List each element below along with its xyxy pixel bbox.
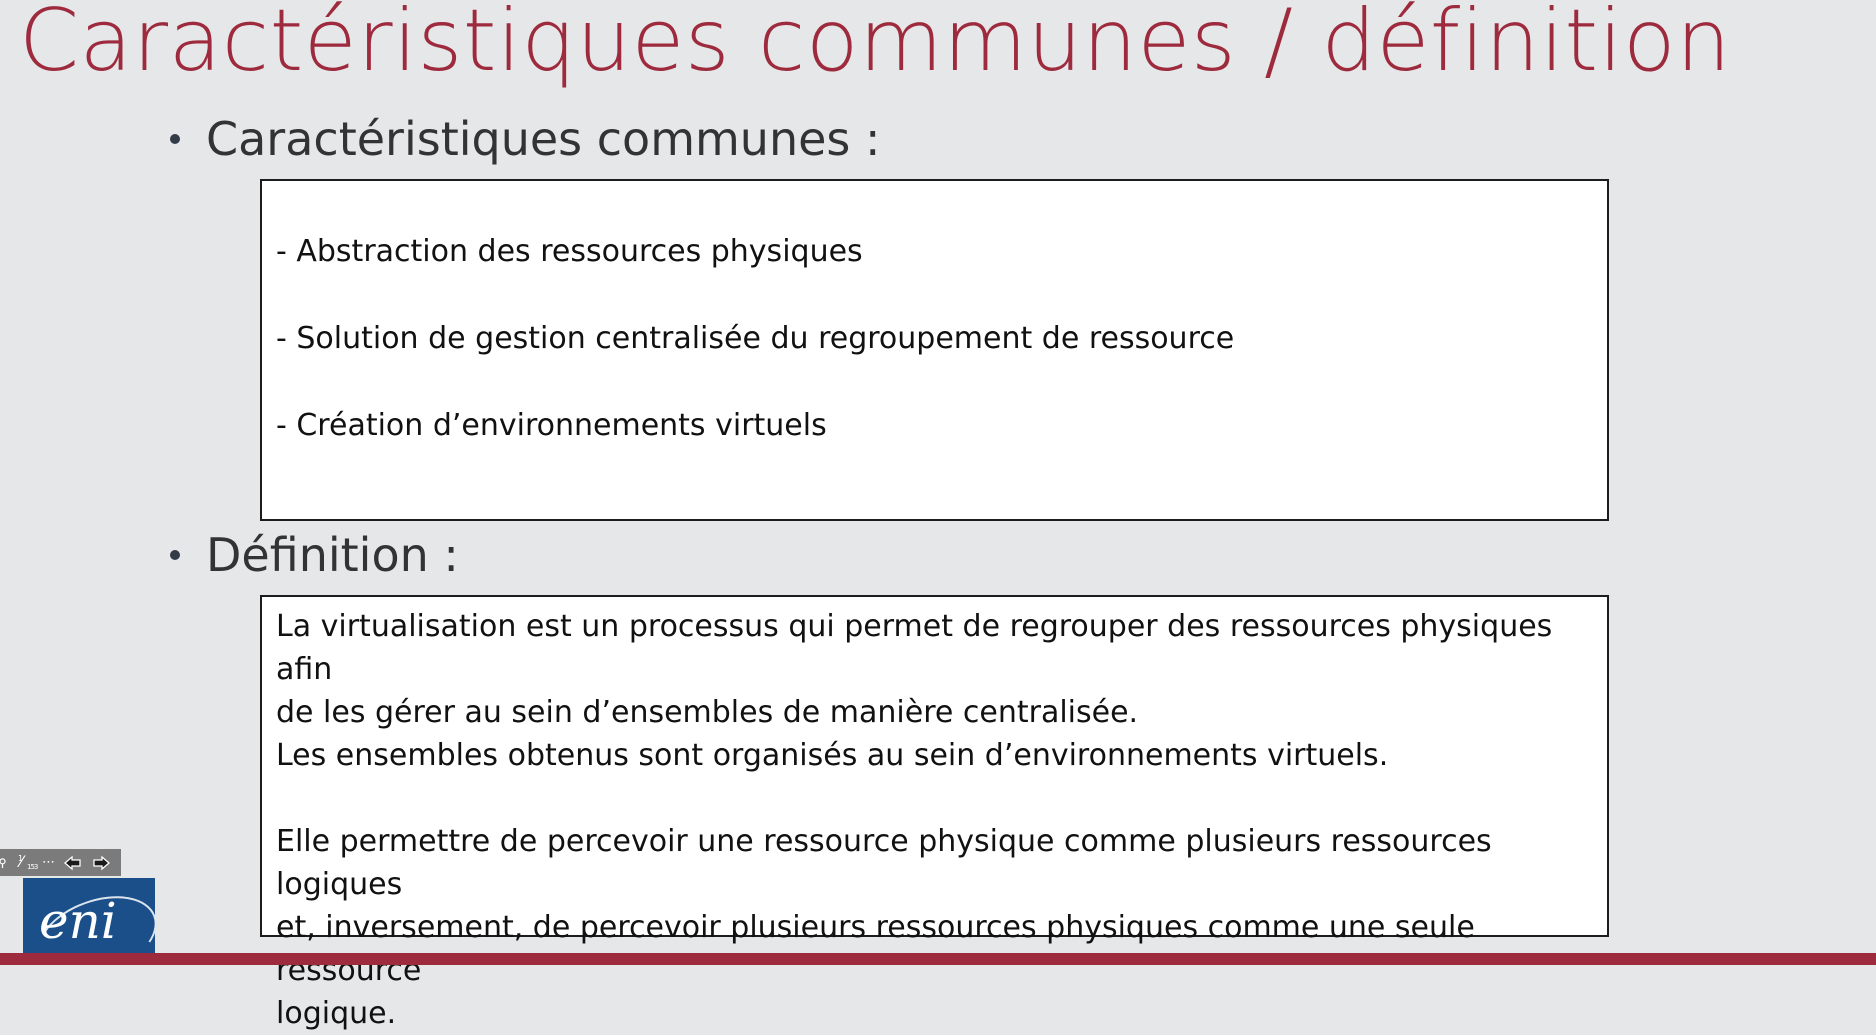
bullet-definition: Définition : bbox=[170, 530, 459, 581]
definition-line: de les gérer au sein d’ensembles de mani… bbox=[276, 695, 1139, 730]
slide-title: Caractéristiques communes / définition bbox=[19, 0, 1732, 91]
list-item: - Création d’environnements virtuels bbox=[276, 408, 827, 443]
definition-line: et, inversement, de percevoir plusieurs … bbox=[276, 910, 1475, 988]
bullet-dot-icon bbox=[170, 549, 180, 560]
definition-line: logique. bbox=[276, 996, 397, 1031]
bullet-caracteristiques: Caractéristiques communes : bbox=[170, 114, 881, 165]
definition-line: Les ensembles obtenus sont organisés au … bbox=[276, 738, 1389, 773]
more-icon[interactable]: ⋯ bbox=[42, 853, 56, 873]
definition-line: Elle permettre de percevoir une ressourc… bbox=[276, 824, 1492, 902]
bullet-heading: Définition : bbox=[206, 528, 459, 582]
list-item: - Abstraction des ressources physiques bbox=[276, 234, 863, 269]
slideshow-toolbar: 1 ⁄ 153 ⋯ bbox=[0, 849, 121, 876]
definition-line: La virtualisation est un processus qui p… bbox=[276, 609, 1553, 687]
bottom-accent-bar bbox=[0, 953, 1876, 965]
bullet-dot-icon bbox=[170, 133, 180, 144]
logo-text: eni bbox=[39, 892, 117, 950]
bullet-heading: Caractéristiques communes : bbox=[206, 112, 881, 166]
caracteristiques-box: - Abstraction des ressources physiques -… bbox=[260, 179, 1609, 521]
page-counter-icon[interactable]: 1 ⁄ 153 bbox=[16, 853, 38, 873]
definition-box: La virtualisation est un processus qui p… bbox=[260, 595, 1609, 1031]
eni-logo: eni bbox=[23, 878, 155, 965]
arrow-left-icon[interactable] bbox=[62, 853, 84, 873]
pen-icon[interactable] bbox=[0, 853, 10, 873]
page-total: 153 bbox=[27, 862, 38, 871]
list-item: - Solution de gestion centralisée du reg… bbox=[276, 321, 1235, 356]
arrow-right-icon[interactable] bbox=[90, 853, 112, 873]
